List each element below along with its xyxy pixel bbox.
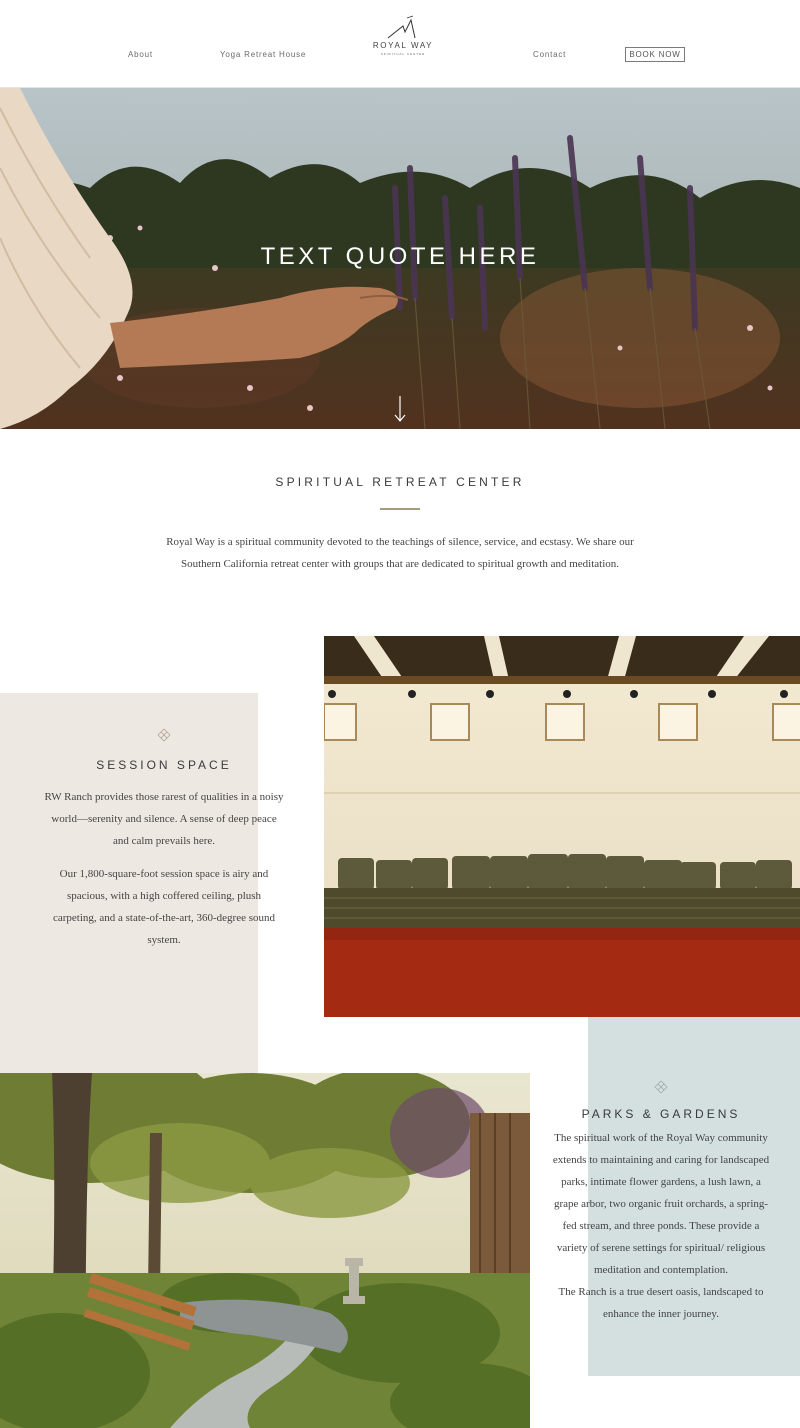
session-room-illustration	[324, 636, 800, 1017]
logo-title: ROYAL WAY	[372, 41, 434, 50]
parks-title: PARKS & GARDENS	[581, 1107, 741, 1121]
intro-title: SPIRITUAL RETREAT CENTER	[275, 475, 525, 489]
session-title: SESSION SPACE	[96, 758, 232, 772]
session-space-photo	[324, 636, 800, 1017]
book-now-button[interactable]: BOOK NOW	[625, 47, 685, 62]
mountain-logo-icon	[387, 15, 416, 39]
parks-paragraph-2: The Ranch is a true desert oasis, landsc…	[558, 1286, 764, 1320]
site-logo[interactable]: ROYAL WAY SPIRITUAL CENTER	[366, 14, 440, 74]
hero-banner: TEXT QUOTE HERE	[0, 88, 800, 429]
parks-gardens-photo	[0, 1073, 530, 1428]
site-header: About Yoga Retreat House ROYAL WAY SPIRI…	[0, 0, 800, 88]
nav-link-contact[interactable]: Contact	[533, 50, 566, 59]
nav-link-yoga-retreat-house[interactable]: Yoga Retreat House	[220, 50, 306, 59]
session-space-section: SESSION SPACE RW Ranch provides those ra…	[44, 728, 284, 951]
session-paragraph-2: Our 1,800-square-foot session space is a…	[52, 868, 276, 946]
nav-link-about[interactable]: About	[128, 50, 153, 59]
down-arrow-icon[interactable]	[392, 394, 408, 424]
diamond-flower-icon	[654, 1080, 668, 1094]
parks-paragraph-1: The spiritual work of the Royal Way comm…	[552, 1132, 770, 1276]
session-paragraph-1: RW Ranch provides those rarest of qualit…	[44, 791, 284, 847]
intro-divider	[380, 508, 420, 510]
garden-illustration	[0, 1073, 530, 1428]
hero-quote: TEXT QUOTE HERE	[260, 243, 540, 270]
logo-subtitle: SPIRITUAL CENTER	[380, 52, 426, 56]
parks-gardens-section: PARKS & GARDENS The spiritual work of th…	[552, 1080, 770, 1325]
diamond-flower-icon	[157, 728, 171, 742]
intro-text: Royal Way is a spiritual community devot…	[166, 536, 634, 570]
